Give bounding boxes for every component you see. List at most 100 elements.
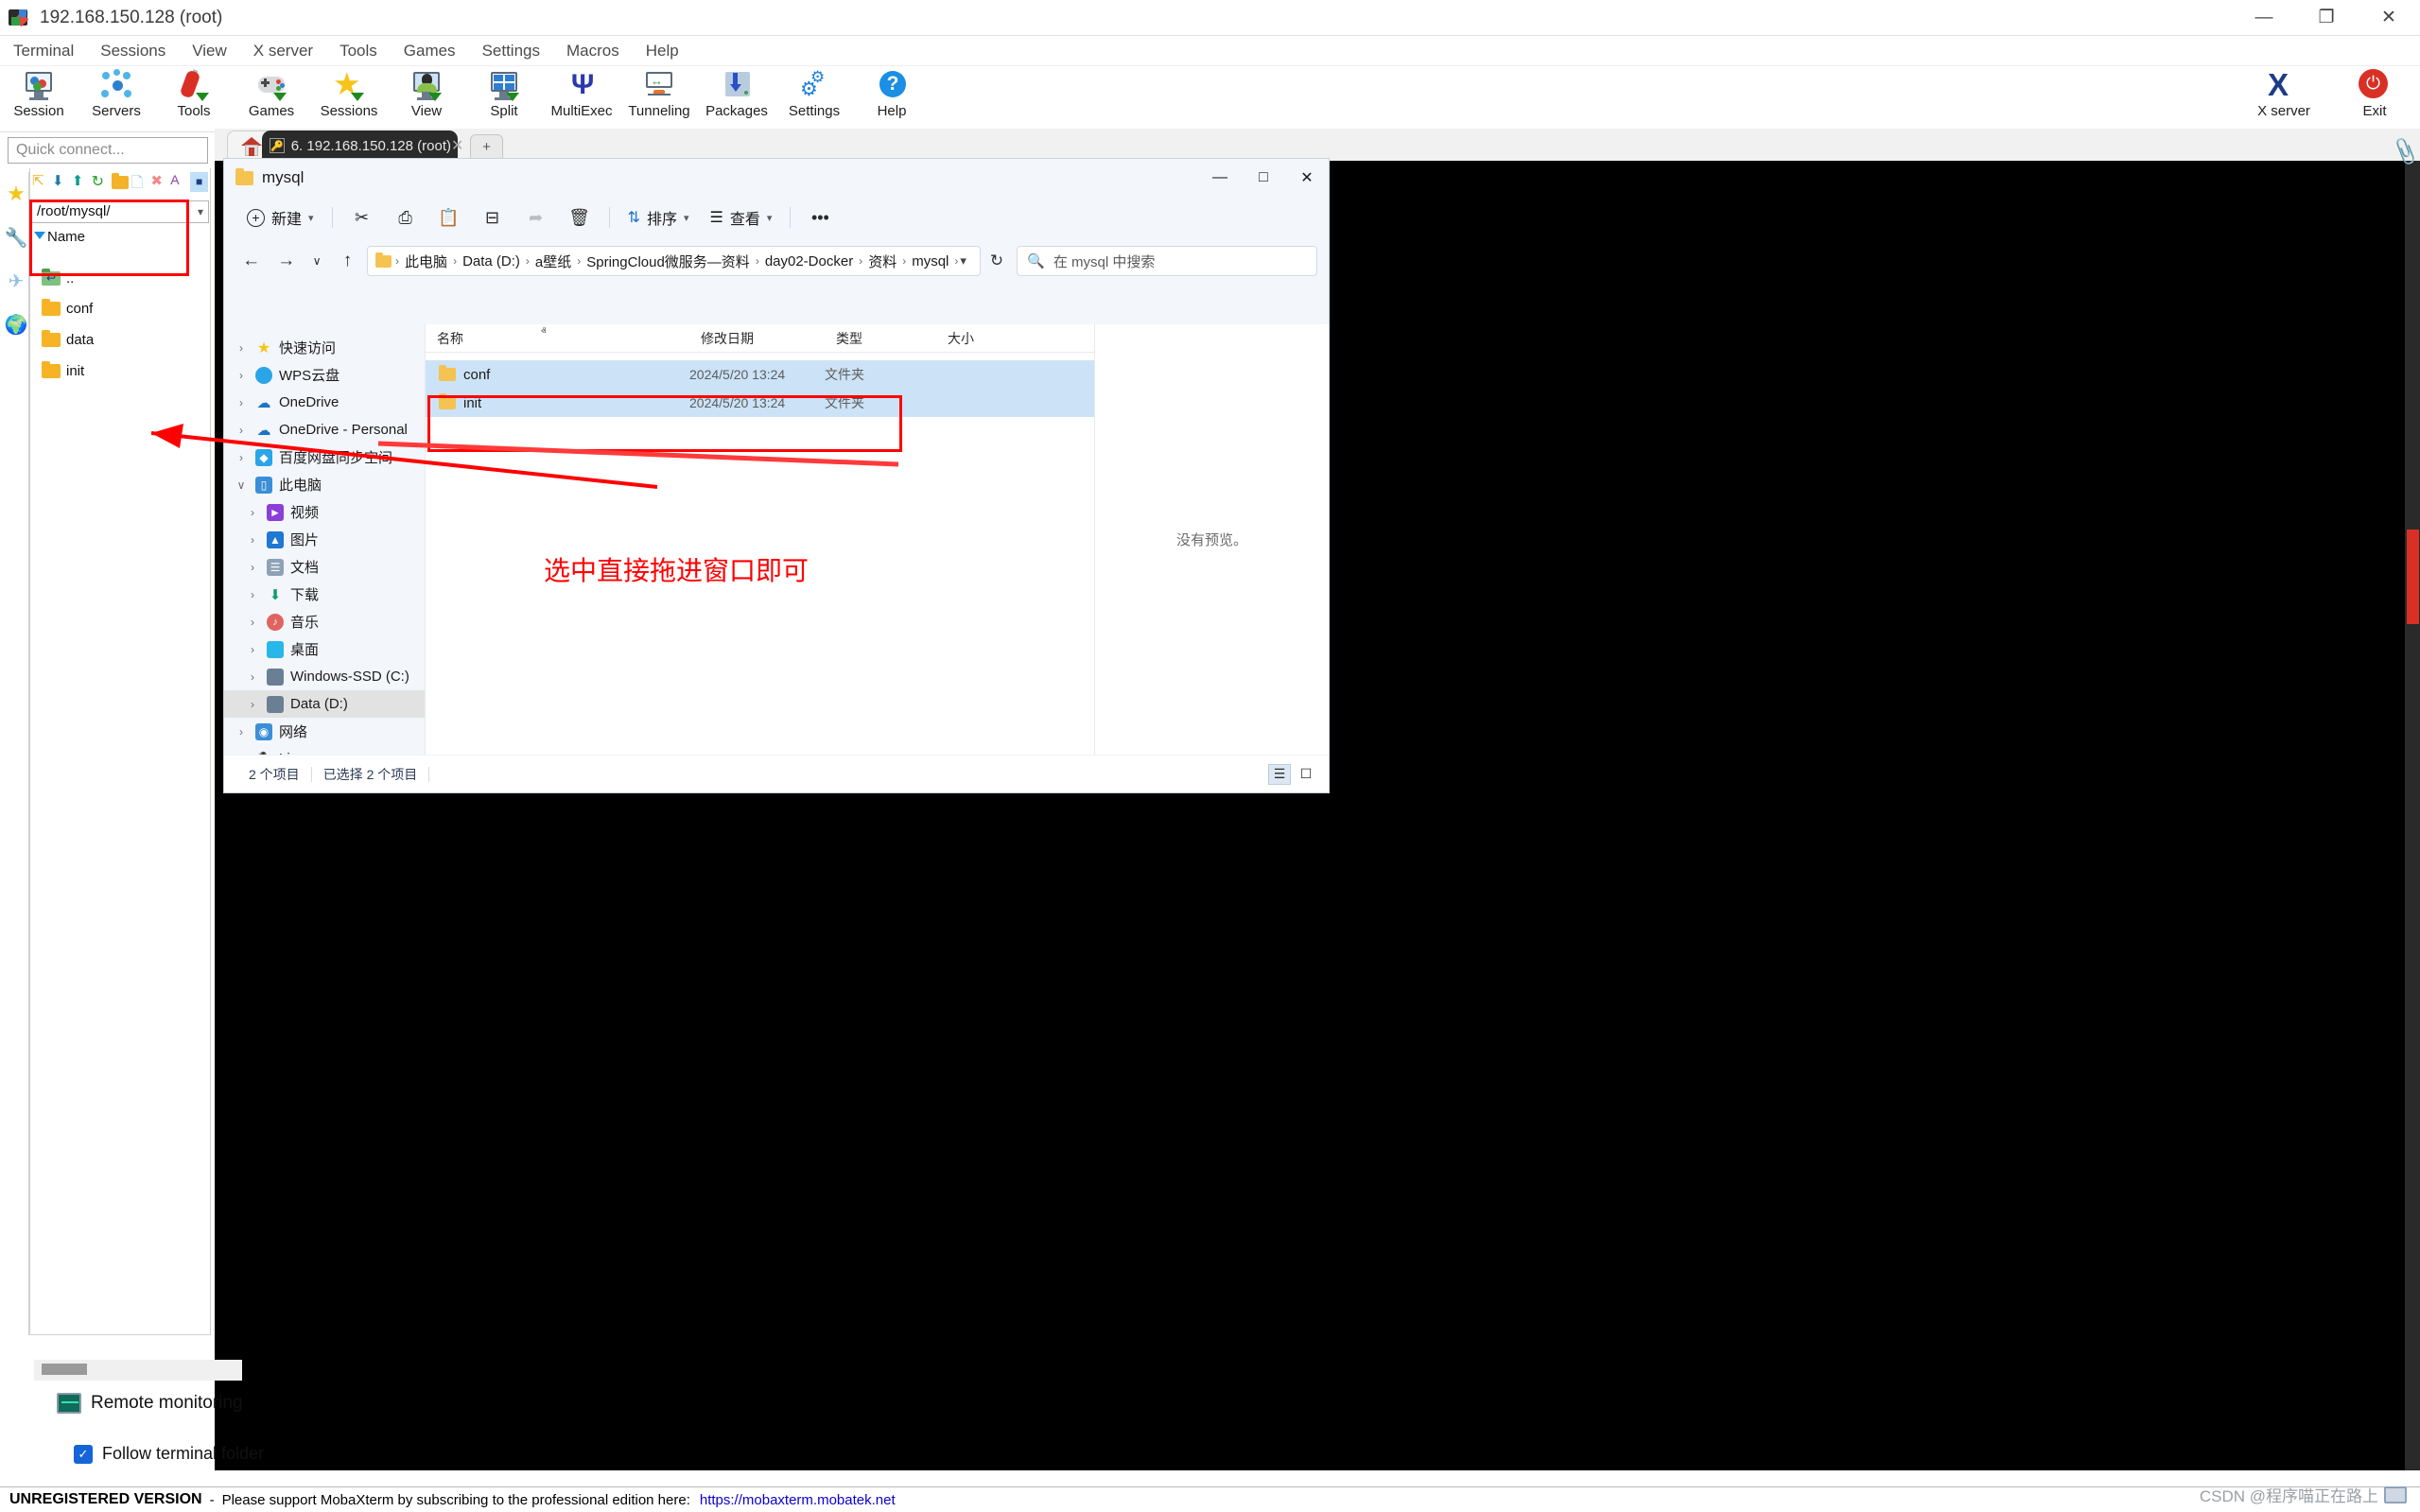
table-row[interactable]: conf 2024/5/20 13:24 文件夹 — [426, 360, 1094, 389]
nav-item-pictures[interactable]: › ▲ 图片 — [224, 526, 425, 553]
delete-icon[interactable]: ✖ — [150, 172, 168, 192]
globe-icon[interactable]: 🌍 — [3, 303, 29, 346]
chevron-right-icon[interactable]: › — [245, 506, 260, 519]
toolbar-multiexec-button[interactable]: Ψ MultiExec — [543, 66, 620, 119]
tools-knife-icon[interactable]: 🔧 — [3, 216, 29, 259]
menu-tools[interactable]: Tools — [326, 36, 391, 66]
new-tab-button[interactable]: + — [470, 134, 503, 159]
breadcrumb-item-this-pc[interactable]: 此电脑 — [401, 252, 451, 271]
nav-item-onedrive[interactable]: › ☁ OneDrive — [224, 389, 425, 416]
go-up-icon[interactable]: ⇱ — [32, 172, 50, 192]
copy-icon[interactable]: ⎙ — [385, 202, 427, 233]
sftp-scrollbar-thumb[interactable] — [42, 1364, 87, 1375]
menu-help[interactable]: Help — [633, 36, 692, 66]
toolbar-games-button[interactable]: Games — [233, 66, 310, 119]
nav-item-downloads[interactable]: › ⬇ 下载 — [224, 581, 425, 608]
back-button[interactable]: ← — [235, 246, 267, 276]
delete-icon[interactable]: 🗑 — [559, 202, 601, 233]
terminal-scrollbar-thumb[interactable] — [2407, 530, 2419, 624]
rename-icon[interactable]: ⊟ — [472, 202, 514, 233]
menu-view[interactable]: View — [179, 36, 240, 66]
sort-caret-icon[interactable] — [34, 232, 45, 239]
app-maximize-button[interactable]: ❐ — [2295, 0, 2358, 36]
chevron-down-icon[interactable]: ▾ — [308, 212, 314, 224]
forward-button[interactable]: → — [270, 246, 302, 276]
menu-terminal[interactable]: Terminal — [0, 36, 87, 66]
new-file-icon[interactable]: 🗋 — [131, 172, 148, 192]
explorer-close-button[interactable]: ✕ — [1285, 159, 1329, 197]
chevron-right-icon[interactable]: › — [234, 424, 249, 437]
chevron-down-icon[interactable]: ▾ — [198, 201, 203, 222]
sftp-entry-init[interactable]: init — [42, 363, 84, 379]
nav-item-wps-cloud[interactable]: › WPS云盘 — [224, 361, 425, 389]
menu-x-server[interactable]: X server — [240, 36, 326, 66]
download-icon[interactable]: ⬇ — [52, 172, 70, 192]
menu-games[interactable]: Games — [391, 36, 469, 66]
chevron-right-icon[interactable]: › — [245, 561, 260, 574]
sftp-entry-data[interactable]: data — [42, 332, 94, 348]
toolbar-xserver-button[interactable]: X X server — [2238, 66, 2329, 119]
toolbar-exit-button[interactable]: ⏻ Exit — [2329, 66, 2420, 119]
chevron-right-icon[interactable]: › — [234, 725, 249, 739]
sort-button[interactable]: ⇅ 排序 ▾ — [618, 200, 699, 235]
checkbox-checked-icon[interactable]: ✓ — [74, 1445, 93, 1464]
column-header-date[interactable]: 修改日期 — [689, 329, 825, 348]
toolbar-servers-button[interactable]: Servers — [78, 66, 155, 119]
breadcrumb-item-day02-docker[interactable]: day02-Docker — [761, 253, 857, 269]
sftp-entry-conf[interactable]: conf — [42, 301, 93, 317]
chevron-right-icon[interactable]: › — [245, 698, 260, 711]
nav-item-desktop[interactable]: › 桌面 — [224, 635, 425, 663]
nav-item-baidu-netdisk[interactable]: › ◆ 百度网盘同步空间 — [224, 443, 425, 471]
new-folder-icon[interactable] — [112, 172, 130, 192]
toolbar-session-button[interactable]: Session — [0, 66, 78, 119]
quick-connect-input[interactable]: Quick connect... — [8, 137, 208, 164]
refresh-button[interactable]: ↻ — [984, 252, 1003, 270]
star-icon[interactable]: ★ — [3, 172, 29, 216]
explorer-minimize-button[interactable]: — — [1198, 159, 1242, 197]
breadcrumb[interactable]: › 此电脑 › Data (D:) › a壁纸 › SpringCloud微服务… — [367, 246, 981, 276]
explorer-maximize-button[interactable]: □ — [1242, 159, 1285, 197]
chevron-right-icon[interactable]: › — [245, 670, 260, 684]
new-button[interactable]: + 新建 ▾ — [237, 200, 323, 235]
toolbar-tunneling-button[interactable]: ↔ Tunneling — [620, 66, 698, 119]
binary-mode-icon[interactable]: ■ — [190, 172, 208, 192]
toolbar-tools-button[interactable]: Tools — [155, 66, 233, 119]
tab-close-icon[interactable]: ✕ — [451, 136, 463, 155]
menu-macros[interactable]: Macros — [553, 36, 633, 66]
toolbar-packages-button[interactable]: Packages — [698, 66, 775, 119]
recent-locations-button[interactable]: ∨ — [305, 246, 327, 276]
mobaxterm-link[interactable]: https://mobaxterm.mobatek.net — [690, 1492, 896, 1508]
app-close-button[interactable]: ✕ — [2358, 0, 2420, 36]
nav-item-linux[interactable]: › 🐧 Linux — [224, 745, 425, 755]
toolbar-split-button[interactable]: Split — [465, 66, 543, 119]
tab-session-active[interactable]: 🔑 6. 192.168.150.128 (root) ✕ — [262, 130, 458, 161]
paper-plane-icon[interactable]: ✈ — [3, 259, 29, 303]
toolbar-help-button[interactable]: ? Help — [853, 66, 931, 119]
chevron-right-icon[interactable]: › — [245, 588, 260, 601]
large-icons-view-icon[interactable]: ☐ — [1295, 764, 1317, 785]
follow-terminal-folder-checkbox[interactable]: ✓ Follow terminal folder — [74, 1444, 264, 1464]
sftp-entry-parent[interactable]: ↩ .. — [42, 270, 74, 287]
search-input[interactable]: 🔍 在 mysql 中搜索 — [1017, 246, 1317, 276]
sftp-path-combo[interactable]: /root/mysql/ ▾ — [31, 200, 209, 223]
share-icon[interactable]: ➦ — [515, 202, 557, 233]
nav-item-data-d[interactable]: › Data (D:) — [224, 690, 425, 718]
menu-sessions[interactable]: Sessions — [87, 36, 179, 66]
view-button[interactable]: ☰ 查看 ▾ — [701, 200, 782, 235]
nav-item-onedrive-personal[interactable]: › ☁ OneDrive - Personal — [224, 416, 425, 443]
breadcrumb-item-data-d[interactable]: Data (D:) — [459, 253, 524, 269]
nav-item-music[interactable]: › ♪ 音乐 — [224, 608, 425, 635]
chevron-right-icon[interactable]: › — [234, 396, 249, 409]
chevron-down-icon[interactable]: ∨ — [234, 478, 249, 492]
remote-monitoring-button[interactable]: Remote monitoring — [57, 1393, 243, 1414]
toolbar-view-button[interactable]: View — [388, 66, 465, 119]
toolbar-sessions-button[interactable]: ★ Sessions — [310, 66, 388, 119]
text-mode-icon[interactable]: A — [170, 172, 188, 192]
nav-item-network[interactable]: › ◉ 网络 — [224, 718, 425, 745]
upload-icon[interactable]: ⬆ — [72, 172, 90, 192]
nav-item-videos[interactable]: › ► 视频 — [224, 498, 425, 526]
chevron-right-icon[interactable]: › — [245, 533, 260, 547]
breadcrumb-item-materials[interactable]: 资料 — [864, 252, 900, 271]
toolbar-settings-button[interactable]: ⚙ ⚙ Settings — [775, 66, 853, 119]
refresh-icon[interactable]: ↻ — [92, 172, 110, 192]
